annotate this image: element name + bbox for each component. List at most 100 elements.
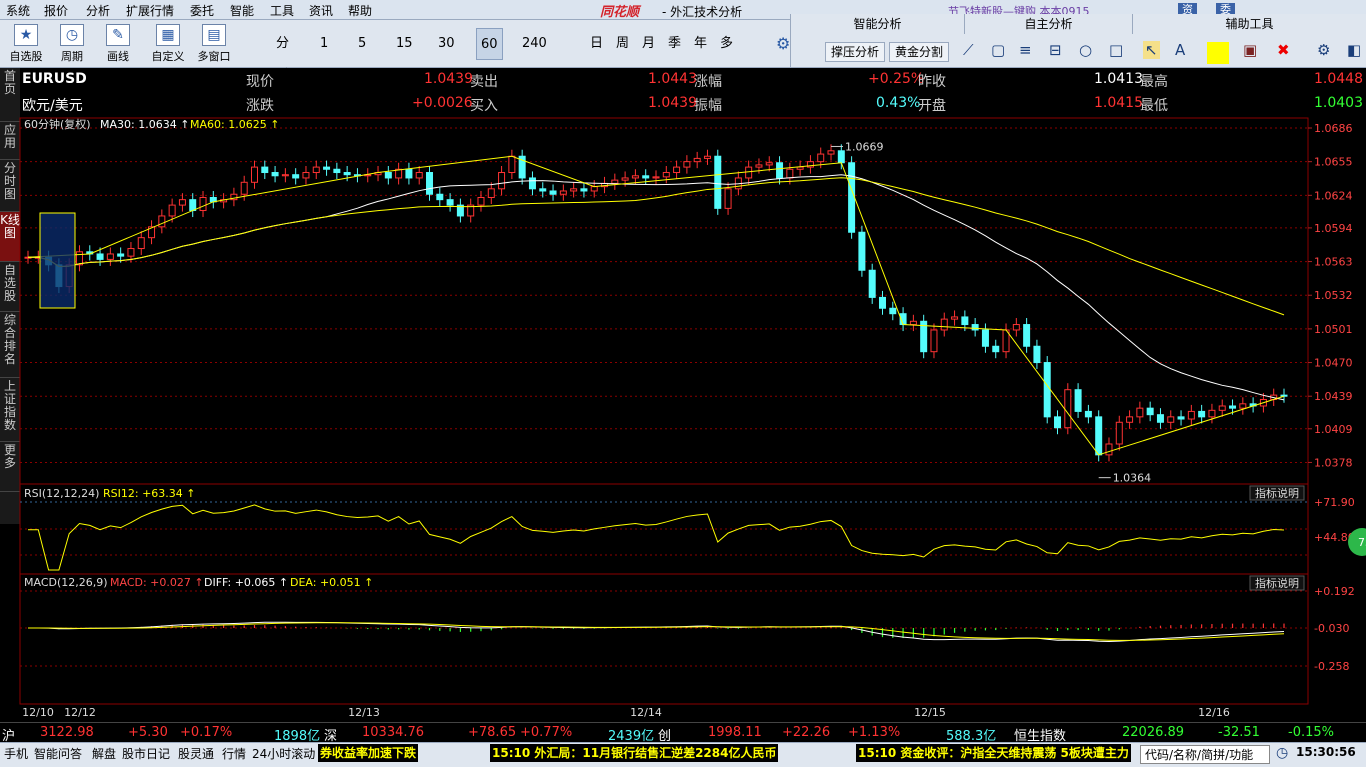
- candle[interactable]: [961, 316, 969, 326]
- candle[interactable]: [178, 199, 186, 206]
- candle[interactable]: [75, 251, 83, 266]
- candle[interactable]: [1156, 414, 1164, 423]
- candle[interactable]: [281, 174, 289, 177]
- candle[interactable]: [240, 181, 248, 195]
- candle[interactable]: [817, 153, 825, 163]
- candle[interactable]: [673, 166, 681, 174]
- candle[interactable]: [1167, 416, 1175, 423]
- candle[interactable]: [992, 345, 1000, 353]
- candle[interactable]: [951, 316, 959, 320]
- candle[interactable]: [1012, 324, 1020, 331]
- candle[interactable]: [539, 188, 547, 192]
- candle[interactable]: [940, 318, 948, 331]
- candle[interactable]: [302, 172, 310, 179]
- candle[interactable]: [1136, 407, 1144, 418]
- candle[interactable]: [878, 296, 886, 309]
- status-review[interactable]: 解盘: [92, 745, 116, 762]
- candle[interactable]: [384, 172, 392, 179]
- candle[interactable]: [1218, 405, 1226, 411]
- candle[interactable]: [446, 199, 454, 206]
- candle[interactable]: [1280, 394, 1288, 397]
- candle[interactable]: [714, 155, 722, 209]
- candle[interactable]: [693, 157, 701, 163]
- candle[interactable]: [1146, 407, 1154, 416]
- candle[interactable]: [1126, 416, 1134, 423]
- candle[interactable]: [426, 172, 434, 195]
- candle[interactable]: [312, 166, 320, 174]
- selection-box[interactable]: [39, 212, 76, 309]
- candle[interactable]: [1054, 416, 1062, 429]
- status-market[interactable]: 行情: [222, 745, 246, 762]
- candle[interactable]: [436, 193, 444, 201]
- candle[interactable]: [487, 188, 495, 198]
- candle[interactable]: [621, 177, 629, 181]
- candle[interactable]: [858, 231, 866, 271]
- status-diary[interactable]: 股市日记: [122, 745, 170, 762]
- candle[interactable]: [1033, 345, 1041, 364]
- candle[interactable]: [786, 168, 794, 179]
- candle[interactable]: [127, 248, 135, 257]
- candle[interactable]: [1074, 389, 1082, 412]
- candle[interactable]: [981, 329, 989, 347]
- candle[interactable]: [477, 196, 485, 206]
- candle[interactable]: [1095, 416, 1103, 456]
- candle[interactable]: [528, 177, 536, 190]
- candle[interactable]: [570, 188, 578, 192]
- candle[interactable]: [1115, 421, 1123, 445]
- candle[interactable]: [1239, 403, 1247, 409]
- candle[interactable]: [580, 188, 588, 192]
- candle[interactable]: [189, 199, 197, 212]
- chart-canvas[interactable]: 1.0686 1.0655 1.0624 1.0594 1.0563 1.0532 1.05…: [0, 0, 1366, 722]
- candle[interactable]: [827, 150, 835, 155]
- candle[interactable]: [158, 215, 166, 228]
- candle[interactable]: [868, 269, 876, 298]
- candle[interactable]: [96, 253, 104, 260]
- candle[interactable]: [333, 168, 341, 174]
- candle[interactable]: [631, 175, 639, 179]
- candle[interactable]: [755, 164, 763, 168]
- news-ticker-2[interactable]: 15:10 外汇局：11月银行结售汇逆差2284亿人民币: [490, 744, 779, 762]
- candle[interactable]: [508, 155, 516, 174]
- candle[interactable]: [662, 172, 670, 178]
- status-lingtong[interactable]: 股灵通: [178, 745, 214, 762]
- candle[interactable]: [137, 237, 145, 250]
- candle[interactable]: [930, 329, 938, 353]
- candle[interactable]: [323, 166, 331, 170]
- candle[interactable]: [745, 166, 753, 179]
- candle[interactable]: [776, 162, 784, 179]
- news-ticker-3[interactable]: 15:10 资金收评：沪指全天维持震荡 5板块遭主力: [856, 744, 1131, 762]
- candle[interactable]: [837, 150, 845, 164]
- candle[interactable]: [1187, 410, 1195, 420]
- candle[interactable]: [1208, 409, 1216, 418]
- candle[interactable]: [1084, 410, 1092, 418]
- candle[interactable]: [250, 166, 258, 183]
- code-search-input[interactable]: 代码/名称/简拼/功能: [1140, 745, 1270, 764]
- candle[interactable]: [559, 190, 567, 195]
- candle[interactable]: [611, 179, 619, 184]
- candle[interactable]: [889, 307, 897, 315]
- candle[interactable]: [642, 175, 650, 179]
- candle[interactable]: [1229, 405, 1237, 409]
- candle[interactable]: [652, 176, 660, 179]
- candle[interactable]: [415, 172, 423, 179]
- status-mobile[interactable]: 手机: [4, 745, 28, 762]
- candle[interactable]: [1023, 324, 1031, 347]
- candle[interactable]: [909, 320, 917, 326]
- candle[interactable]: [1043, 362, 1051, 418]
- status-24h[interactable]: 24小时滚动: [252, 745, 315, 762]
- candle[interactable]: [1198, 410, 1206, 418]
- candle[interactable]: [683, 161, 691, 168]
- candle[interactable]: [106, 253, 114, 260]
- candle[interactable]: [117, 253, 125, 257]
- candle[interactable]: [343, 172, 351, 176]
- candle[interactable]: [1105, 443, 1113, 456]
- candle[interactable]: [498, 172, 506, 190]
- news-ticker-1[interactable]: 券收益率加速下跌: [318, 744, 419, 762]
- candle[interactable]: [848, 162, 856, 233]
- candle[interactable]: [724, 188, 732, 209]
- candle[interactable]: [405, 168, 413, 179]
- candle[interactable]: [549, 190, 557, 195]
- status-qa[interactable]: 智能问答: [34, 745, 82, 762]
- candle[interactable]: [1177, 416, 1185, 420]
- candle[interactable]: [292, 174, 300, 179]
